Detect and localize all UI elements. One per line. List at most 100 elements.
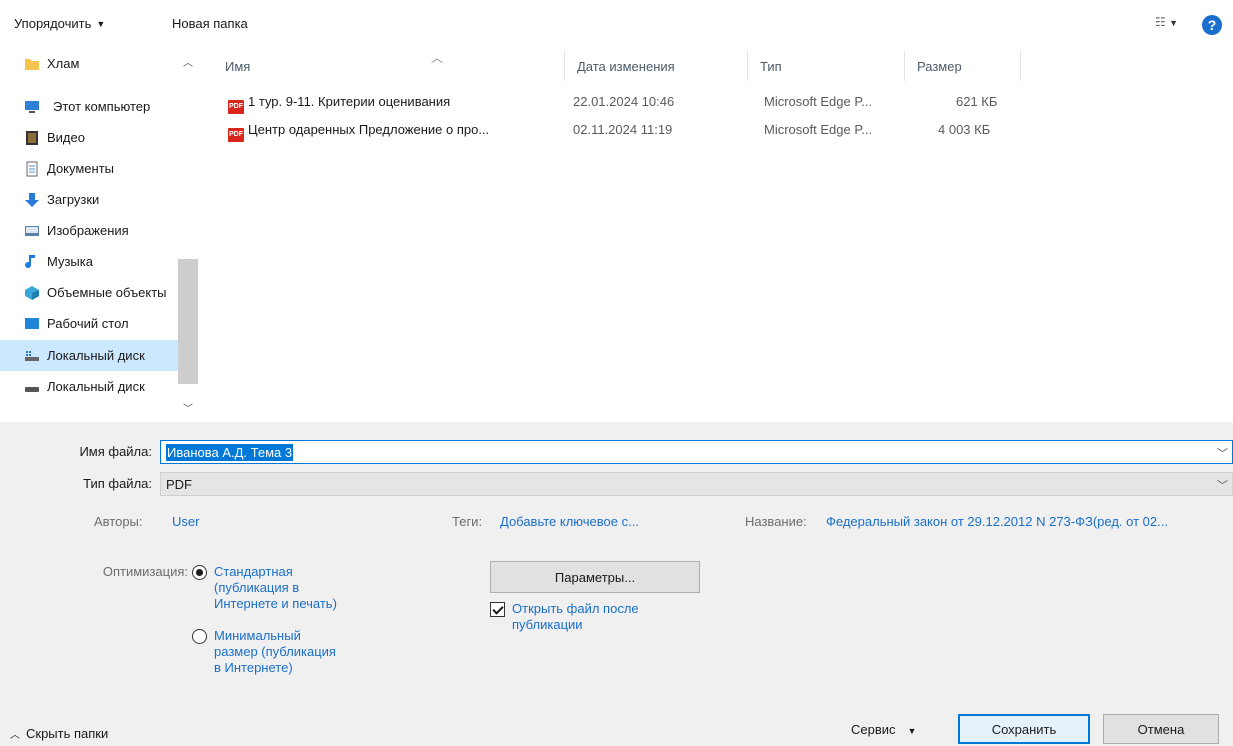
scroll-thumb[interactable] xyxy=(178,259,198,384)
nav-item-label: Изображения xyxy=(47,223,129,238)
file-size: 4 003 КБ xyxy=(938,122,991,137)
chevron-down-icon: ▼ xyxy=(96,19,106,29)
open-after-publish-text[interactable]: Открыть файл после публикации xyxy=(512,601,639,633)
file-type: Microsoft Edge P... xyxy=(764,94,873,109)
help-icon: ? xyxy=(1207,17,1217,33)
optimize-standard-text[interactable]: Стандартная (публикация в Интернете и пе… xyxy=(214,564,337,612)
nav-scrollbar[interactable]: ︿ ﹀ xyxy=(178,44,198,422)
music-icon xyxy=(25,255,35,269)
title-label: Название: xyxy=(745,514,807,529)
nav-item-videos[interactable]: Видео xyxy=(0,122,178,153)
documents-icon xyxy=(26,161,38,177)
column-header-type[interactable]: Тип xyxy=(748,51,905,81)
optimize-standard-radio[interactable] xyxy=(192,565,207,580)
optimize-minimal-radio[interactable] xyxy=(192,629,207,644)
toolbar: Упорядочить ▼ Новая папка ☷ ▼ ? xyxy=(0,0,1233,44)
nav-item-downloads[interactable]: Загрузки xyxy=(0,184,178,215)
pictures-icon xyxy=(25,226,39,236)
column-header-name[interactable]: ︿ Имя xyxy=(213,51,565,81)
chevron-down-icon: ▼ xyxy=(1169,18,1179,28)
nav-item-trash-folder[interactable]: Хлам xyxy=(0,48,178,79)
3d-objects-icon xyxy=(25,286,39,300)
file-size: 621 КБ xyxy=(956,94,998,109)
organize-button[interactable]: Упорядочить ▼ xyxy=(14,16,105,31)
organize-label: Упорядочить xyxy=(14,16,92,31)
scroll-up-icon[interactable]: ︿ xyxy=(183,54,193,69)
file-type: Microsoft Edge P... xyxy=(764,122,873,137)
file-name: Центр одаренных Предложение о про... xyxy=(248,122,490,137)
radio-line: Интернете и печать) xyxy=(214,596,337,611)
radio-line: (публикация в xyxy=(214,580,300,595)
tags-value[interactable]: Добавьте ключевое с... xyxy=(500,514,639,529)
nav-item-music[interactable]: Музыка xyxy=(0,246,178,277)
local-disk-icon xyxy=(25,351,39,361)
radio-line: Стандартная xyxy=(214,564,293,579)
title-value[interactable]: Федеральный закон от 29.12.2012 N 273-ФЗ… xyxy=(826,514,1168,529)
checkbox-line: публикации xyxy=(512,617,583,632)
nav-item-label: Этот компьютер xyxy=(53,99,151,114)
column-header-label: Имя xyxy=(225,59,251,74)
file-date: 22.01.2024 10:46 xyxy=(573,94,675,109)
nav-item-local-disk-c[interactable]: Локальный диск xyxy=(0,340,178,371)
hide-folders-button[interactable]: ︿ Скрыть папки xyxy=(10,726,108,741)
nav-item-local-disk-d[interactable]: Локальный диск xyxy=(0,371,178,402)
file-name: 1 тур. 9-11. Критерии оценивания xyxy=(248,94,451,109)
file-name-cell: PDF Центр одаренных Предложение о про... xyxy=(228,122,489,142)
filename-value: Иванова А.Д. Тема 3 xyxy=(166,443,294,461)
column-header-label: Тип xyxy=(760,59,782,74)
drive-icon xyxy=(25,387,39,392)
nav-item-label: Локальный диск xyxy=(47,379,145,394)
nav-item-this-pc[interactable]: Этот компьютер xyxy=(0,91,178,122)
authors-label: Авторы: xyxy=(94,514,143,529)
navigation-pane: Хлам Этот компьютер Видео Документы Загр… xyxy=(0,44,200,422)
chevron-down-icon[interactable]: ﹀ xyxy=(1217,445,1228,461)
filetype-value: PDF xyxy=(166,476,192,492)
sort-ascending-icon: ︿ xyxy=(431,51,444,65)
column-header-label: Дата изменения xyxy=(577,59,675,74)
view-options-button[interactable]: ☷ ▼ xyxy=(1155,15,1178,29)
authors-value[interactable]: User xyxy=(172,514,199,529)
column-header-date[interactable]: Дата изменения xyxy=(565,51,748,81)
cancel-button[interactable]: Отмена xyxy=(1103,714,1219,744)
computer-icon xyxy=(25,101,39,113)
new-folder-button[interactable]: Новая папка xyxy=(172,16,248,31)
nav-item-pictures[interactable]: Изображения xyxy=(0,215,178,246)
parameters-button[interactable]: Параметры... xyxy=(490,561,700,593)
nav-item-label: Хлам xyxy=(47,56,80,71)
nav-item-documents[interactable]: Документы xyxy=(0,153,178,184)
chevron-up-icon: ︿ xyxy=(10,730,20,741)
nav-item-label: Рабочий стол xyxy=(47,316,129,331)
filename-input[interactable]: Иванова А.Д. Тема 3 ﹀ xyxy=(160,440,1233,464)
help-button[interactable]: ? xyxy=(1202,15,1222,35)
nav-item-desktop[interactable]: Рабочий стол xyxy=(0,308,178,339)
pdf-file-icon: PDF xyxy=(228,100,244,114)
nav-item-label: Документы xyxy=(47,161,115,176)
filetype-label: Тип файла: xyxy=(83,476,152,491)
file-row[interactable]: PDF 1 тур. 9-11. Критерии оценивания 22.0… xyxy=(208,91,1008,114)
view-list-icon: ☷ xyxy=(1155,15,1166,29)
desktop-icon xyxy=(25,318,39,329)
column-header-size[interactable]: Размер xyxy=(905,51,1021,81)
optimize-minimal-text[interactable]: Минимальный размер (публикация в Интерне… xyxy=(214,628,336,676)
video-icon xyxy=(26,131,38,145)
hide-folders-label: Скрыть папки xyxy=(26,726,109,741)
nav-item-label: Загрузки xyxy=(47,192,100,207)
nav-item-label: Музыка xyxy=(47,254,93,269)
scroll-down-icon[interactable]: ﹀ xyxy=(183,400,193,415)
file-list: ︿ Имя Дата изменения Тип Размер PDF 1 тур… xyxy=(208,44,1233,422)
nav-item-3d-objects[interactable]: Объемные объекты xyxy=(0,277,178,308)
file-row[interactable]: PDF Центр одаренных Предложение о про... … xyxy=(208,119,1008,142)
file-name-cell: PDF 1 тур. 9-11. Критерии оценивания xyxy=(228,94,450,114)
open-after-publish-checkbox[interactable] xyxy=(490,602,505,617)
parameters-label: Параметры... xyxy=(554,569,636,585)
filetype-select[interactable]: PDF ﹀ xyxy=(160,472,1233,496)
chevron-down-icon: ▼ xyxy=(907,726,917,736)
tools-menu-button[interactable]: Сервис ▼ xyxy=(851,722,916,737)
save-label: Сохранить xyxy=(991,721,1057,737)
radio-line: Минимальный xyxy=(214,628,301,643)
optimize-label: Оптимизация: xyxy=(102,564,188,579)
save-button[interactable]: Сохранить xyxy=(958,714,1090,744)
save-options-panel: Имя файла: Иванова А.Д. Тема 3 ﹀ Тип фай… xyxy=(0,422,1233,746)
column-header-label: Размер xyxy=(917,59,962,74)
nav-item-label: Объемные объекты xyxy=(47,285,167,300)
